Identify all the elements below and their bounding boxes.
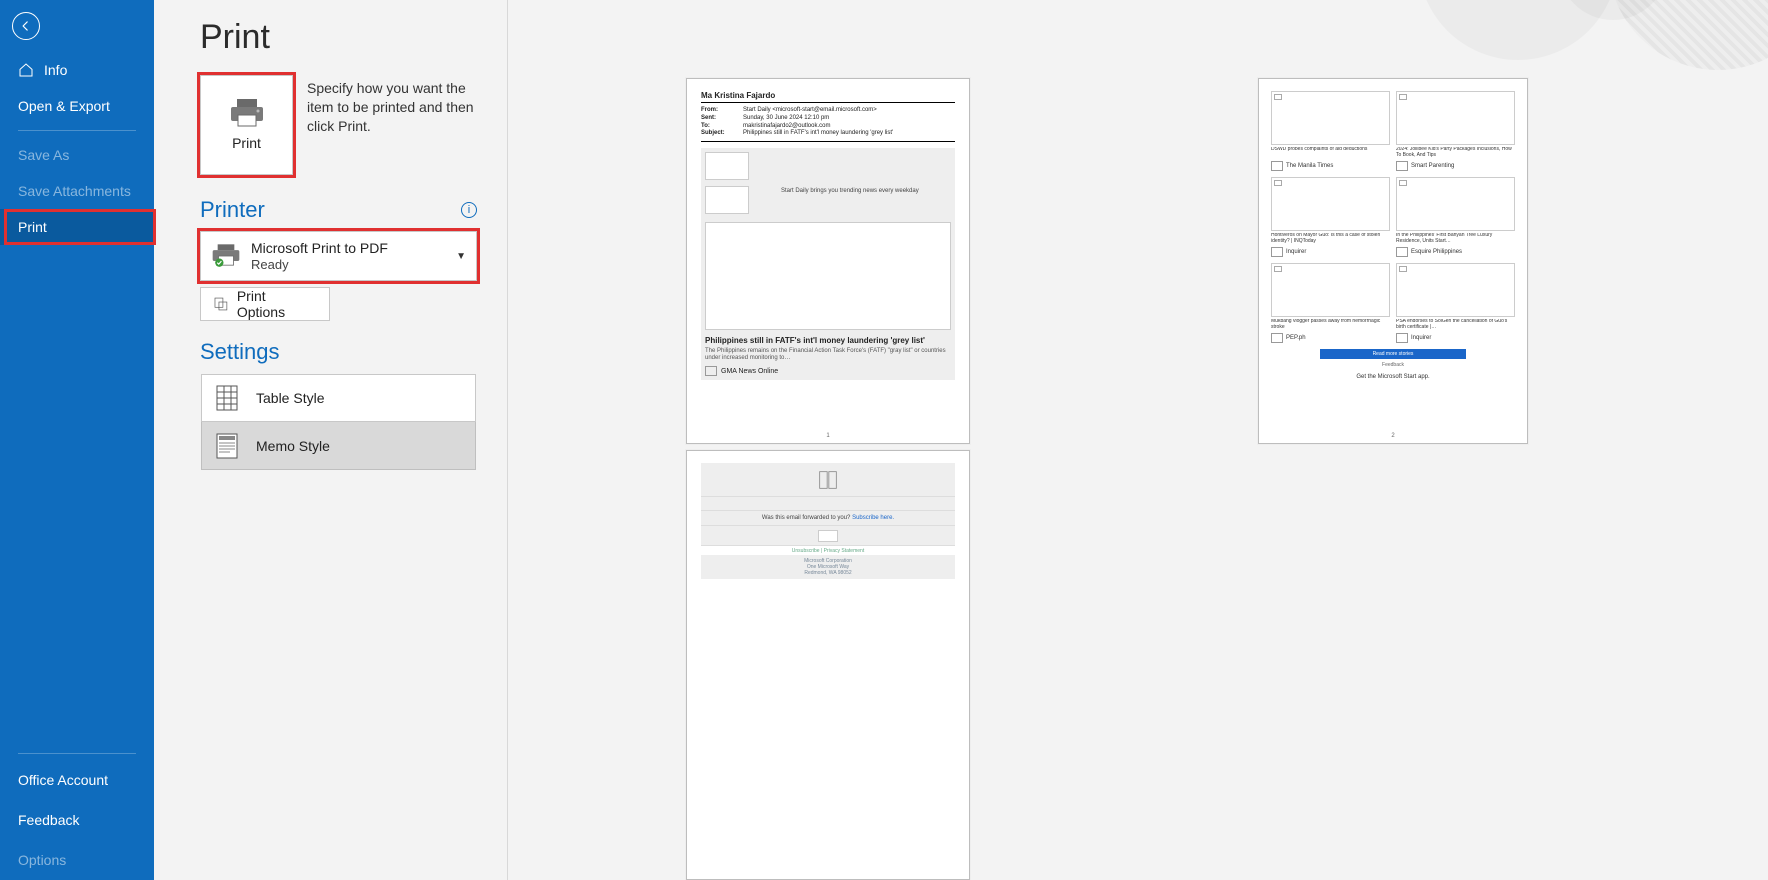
news-card: DSWD probes complaints of aid deductions… xyxy=(1271,91,1390,171)
image-placeholder-icon xyxy=(701,463,955,497)
settings-section-title: Settings xyxy=(200,339,280,365)
print-button[interactable]: Print xyxy=(200,75,293,175)
card-source: Inquirer xyxy=(1411,335,1431,341)
style-option-memo[interactable]: Memo Style xyxy=(201,422,476,470)
article-headline: Philippines still in FATF's int'l money … xyxy=(705,336,951,346)
card-source: The Manila Times xyxy=(1286,163,1333,169)
sidebar-item-label: Open & Export xyxy=(18,98,110,114)
back-button[interactable] xyxy=(12,12,40,40)
source-badge-icon xyxy=(1271,161,1283,171)
sidebar-item-open-export[interactable]: Open & Export xyxy=(0,88,154,124)
card-source: Smart Parenting xyxy=(1411,163,1454,169)
sidebar-item-label: Options xyxy=(18,852,66,868)
card-source: PEP.ph xyxy=(1286,335,1306,341)
sidebar-item-label: Save As xyxy=(18,147,69,163)
page-title: Print xyxy=(200,18,477,57)
card-caption: DSWD probes complaints of aid deductions xyxy=(1271,147,1390,159)
sidebar-item-print[interactable]: Print xyxy=(0,209,154,245)
unsubscribe-line: Unsubscribe | Privacy Statement xyxy=(701,548,955,554)
image-placeholder-icon xyxy=(1271,263,1390,317)
printer-section-title: Printer xyxy=(200,197,265,223)
news-card: Mukbang vlogger passes away from hemorrh… xyxy=(1271,263,1390,343)
source-badge-icon xyxy=(705,366,717,376)
print-options-icon xyxy=(213,296,229,312)
sidebar-item-label: Print xyxy=(18,219,47,235)
print-description: Specify how you want the item to be prin… xyxy=(307,75,477,175)
printer-status: Ready xyxy=(251,257,446,273)
card-caption: PSA endorses to SolGen the cancellation … xyxy=(1396,319,1515,331)
image-placeholder-icon xyxy=(818,530,838,542)
email-tagline: Start Daily brings you trending news eve… xyxy=(781,186,951,220)
article-subhead: The Philippines remains on the Financial… xyxy=(705,348,951,362)
preview-page-1[interactable]: Ma Kristina Fajardo From:Start Daily <mi… xyxy=(686,78,970,444)
sidebar-item-info[interactable]: Info xyxy=(0,52,154,88)
card-source: Inquirer xyxy=(1286,249,1306,255)
print-options-label: Print Options xyxy=(237,288,317,320)
card-caption: Mukbang vlogger passes away from hemorrh… xyxy=(1271,319,1390,331)
subscribe-link: Subscribe here. xyxy=(852,515,894,521)
card-source: Esquire Philippines xyxy=(1411,249,1462,255)
card-caption: 2024: Jollibee Kid's Party Packages Incl… xyxy=(1396,147,1515,159)
home-icon xyxy=(18,62,34,78)
sidebar-item-office-account[interactable]: Office Account xyxy=(0,760,154,800)
sidebar-item-label: Info xyxy=(44,62,67,78)
image-placeholder-icon xyxy=(705,222,951,330)
sidebar-item-options[interactable]: Options xyxy=(0,840,154,880)
sidebar-item-save-as[interactable]: Save As xyxy=(0,137,154,173)
memo-style-icon xyxy=(216,433,238,459)
print-settings-panel: Print Print Specify how you want the ite… xyxy=(154,0,508,880)
source-badge-icon xyxy=(1396,161,1408,171)
printer-name: Microsoft Print to PDF xyxy=(251,240,446,257)
feedback-link: Feedback xyxy=(1271,362,1515,368)
style-option-label: Table Style xyxy=(256,390,324,406)
news-card: 2024: Jollibee Kid's Party Packages Incl… xyxy=(1396,91,1515,171)
image-placeholder-icon xyxy=(1396,91,1515,145)
image-placeholder-icon xyxy=(1271,91,1390,145)
printer-info-icon[interactable]: i xyxy=(461,202,477,218)
decorative-blob xyxy=(1608,0,1768,70)
style-option-label: Memo Style xyxy=(256,438,330,454)
sidebar-item-feedback[interactable]: Feedback xyxy=(0,800,154,840)
print-options-button[interactable]: Print Options xyxy=(200,287,330,321)
page-number: 1 xyxy=(687,433,969,439)
read-more-bar: Read more stories xyxy=(1320,349,1466,359)
backstage-sidebar: Info Open & Export Save As Save Attachme… xyxy=(0,0,154,880)
page-number: 2 xyxy=(1259,433,1527,439)
article-source: GMA News Online xyxy=(721,368,778,375)
sidebar-item-save-attachments[interactable]: Save Attachments xyxy=(0,173,154,209)
source-badge-icon xyxy=(1271,247,1283,257)
card-caption: In the Philippines' First Banyan Tree Lu… xyxy=(1396,233,1515,245)
email-recipient-name: Ma Kristina Fajardo xyxy=(701,91,955,103)
news-card: In the Philippines' First Banyan Tree Lu… xyxy=(1396,177,1515,257)
source-badge-icon xyxy=(1396,333,1408,343)
get-app-text: Get the Microsoft Start app. xyxy=(1271,374,1515,380)
source-badge-icon xyxy=(1271,333,1283,343)
table-style-icon xyxy=(216,385,238,411)
back-arrow-icon xyxy=(19,19,33,33)
image-placeholder-icon xyxy=(1271,177,1390,231)
image-placeholder-icon xyxy=(1396,263,1515,317)
card-caption: Hontiveros on Mayor Guo: Is this a case … xyxy=(1271,233,1390,245)
printer-selector[interactable]: Microsoft Print to PDF Ready ▼ xyxy=(200,231,477,281)
style-option-table[interactable]: Table Style xyxy=(201,374,476,422)
print-preview-area: Ma Kristina Fajardo From:Start Daily <mi… xyxy=(508,0,1768,880)
printer-icon xyxy=(229,99,265,127)
source-badge-icon xyxy=(1396,247,1408,257)
news-card: PSA endorses to SolGen the cancellation … xyxy=(1396,263,1515,343)
sidebar-item-label: Feedback xyxy=(18,812,79,828)
news-card: Hontiveros on Mayor Guo: Is this a case … xyxy=(1271,177,1390,257)
chevron-down-icon: ▼ xyxy=(456,251,466,262)
image-placeholder-icon xyxy=(1396,177,1515,231)
sidebar-item-label: Office Account xyxy=(18,772,108,788)
print-button-label: Print xyxy=(232,135,261,151)
image-placeholder-icon xyxy=(705,186,749,214)
sidebar-item-label: Save Attachments xyxy=(18,183,131,199)
image-placeholder-icon xyxy=(705,152,749,180)
preview-page-2[interactable]: Was this email forwarded to you? Subscri… xyxy=(686,450,970,880)
printer-ready-icon xyxy=(211,243,241,269)
preview-page-3[interactable]: DSWD probes complaints of aid deductions… xyxy=(1258,78,1528,444)
